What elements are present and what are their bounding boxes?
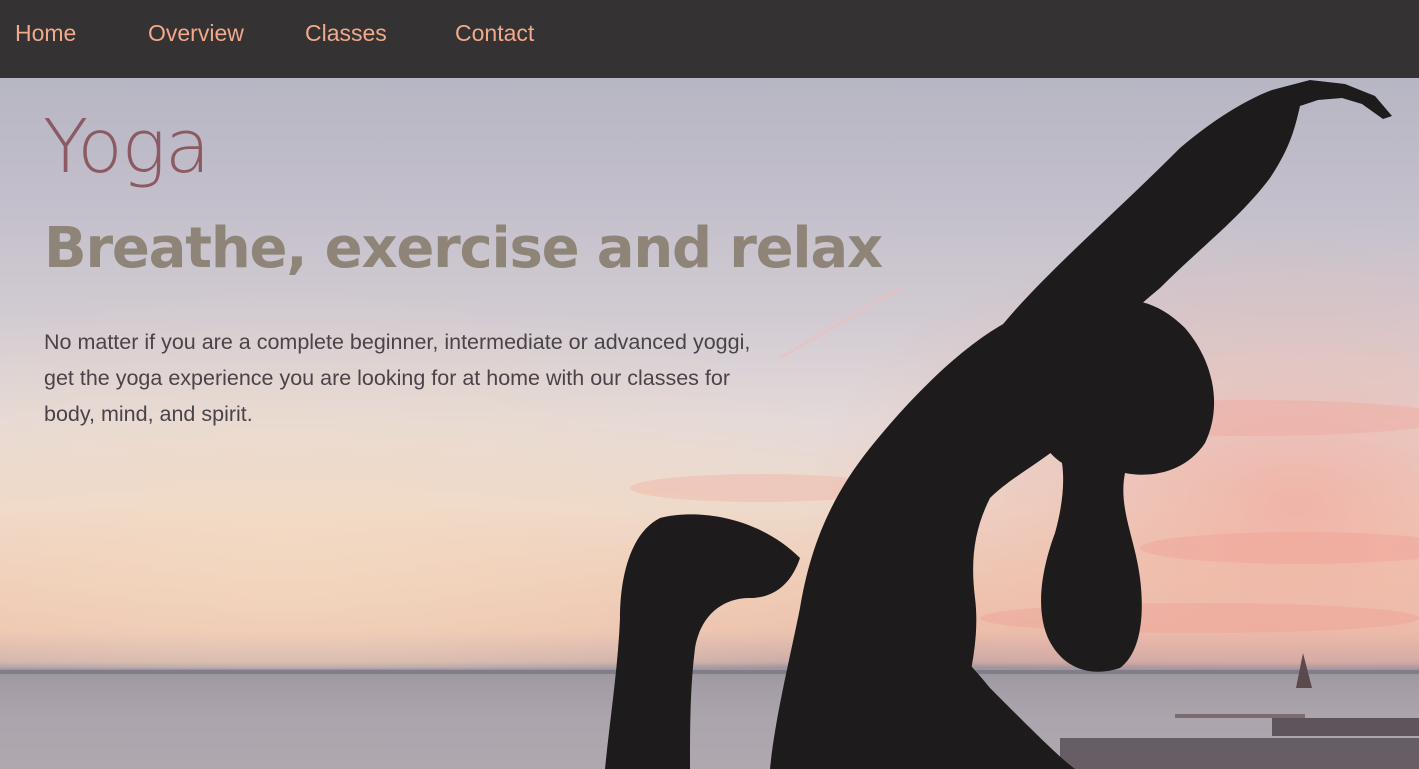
pier-structure bbox=[1272, 718, 1419, 736]
hero-description: No matter if you are a complete beginner… bbox=[44, 330, 751, 426]
hero-title: Yoga bbox=[43, 104, 210, 190]
pier-railing bbox=[1175, 714, 1305, 718]
nav-link-overview[interactable]: Overview bbox=[148, 20, 244, 46]
nav-link-contact[interactable]: Contact bbox=[455, 20, 534, 46]
top-navigation: Home Overview Classes Contact bbox=[0, 0, 1419, 78]
horizon-line bbox=[0, 670, 1419, 674]
hero-subtitle: Breathe, exercise and relax bbox=[44, 216, 883, 281]
hero-section: Yoga Breathe, exercise and relax No matt… bbox=[0, 78, 1419, 769]
pier bbox=[1060, 738, 1419, 769]
nav-link-home[interactable]: Home bbox=[15, 20, 76, 46]
nav-link-classes[interactable]: Classes bbox=[305, 20, 387, 46]
